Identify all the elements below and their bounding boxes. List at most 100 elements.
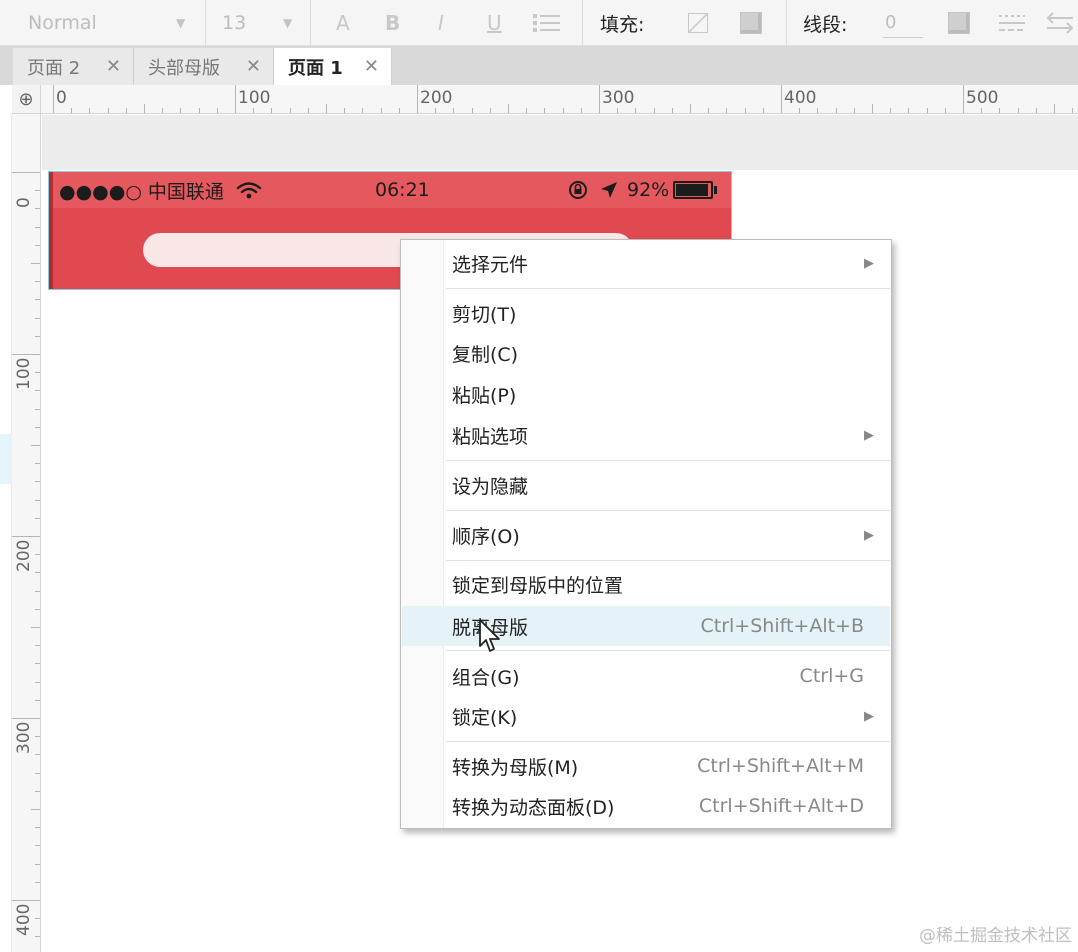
tab-page-1[interactable]: 页面 1 ✕ (274, 48, 392, 85)
ruler-tick (835, 108, 837, 113)
font-style-dropdown[interactable]: Normal (28, 0, 97, 46)
fill-color-icon (740, 12, 762, 34)
ruler-tick (31, 263, 40, 264)
menu-item-label: 组合(G) (452, 666, 520, 689)
ruler-tick (526, 108, 528, 113)
close-icon[interactable]: ✕ (246, 56, 261, 77)
ruler-tick (235, 85, 236, 113)
ruler-tick (35, 281, 40, 283)
ruler-tick (12, 536, 40, 537)
menu-item[interactable]: 顺序(O) ▶ (402, 515, 890, 555)
bullet-list-button[interactable] (532, 0, 562, 46)
tab-header-master[interactable]: 头部母版 ✕ (134, 48, 274, 85)
menu-item-shortcut: Ctrl+G (799, 665, 864, 687)
ruler-tick (12, 354, 40, 355)
ruler-tick (35, 390, 40, 392)
line-style-icon (999, 15, 1025, 31)
mouse-cursor-icon (479, 619, 500, 652)
menu-item[interactable]: 组合(G) Ctrl+G (402, 656, 890, 696)
ruler-tick (417, 85, 418, 113)
menu-item-label: 选择元件 (452, 253, 529, 276)
ruler-tick (35, 663, 40, 665)
ruler-tick (35, 790, 40, 792)
ruler-tick (544, 108, 546, 113)
underline-label: U (487, 11, 502, 35)
ruler-tick (35, 190, 40, 192)
ruler-tick (617, 108, 619, 113)
ruler-tick (344, 108, 346, 113)
italic-label: I (438, 11, 444, 35)
menu-item[interactable]: 粘贴选项 ▶ (402, 415, 890, 455)
font-size-dropdown[interactable]: 13 (222, 0, 246, 46)
bold-label: B (385, 11, 401, 35)
arrow-style-button[interactable] (1046, 0, 1074, 46)
close-icon[interactable]: ✕ (364, 56, 379, 77)
underline-button[interactable]: U (487, 0, 502, 46)
line-color-button[interactable] (948, 0, 970, 46)
menu-item[interactable]: 剪切(T) (402, 293, 890, 333)
location-arrow-icon (601, 182, 617, 198)
tab-page-2[interactable]: 页面 2 ✕ (13, 48, 134, 85)
ruler-tick (1017, 108, 1019, 113)
submenu-arrow-icon: ▶ (864, 708, 874, 724)
ruler-tick (35, 881, 40, 883)
menu-item[interactable]: 粘贴(P) (402, 374, 890, 414)
menu-item-label: 剪切(T) (452, 303, 517, 326)
clock-text: 06:21 (375, 179, 430, 201)
italic-button[interactable]: I (438, 0, 444, 46)
menu-item-label: 转换为母版(M) (452, 756, 579, 779)
ruler-tick (107, 108, 109, 113)
ruler-tick (599, 85, 600, 113)
ruler-tick (35, 645, 40, 647)
ruler-tick (289, 108, 291, 113)
ruler-tick (31, 445, 40, 446)
ruler-tick (198, 108, 200, 113)
ruler-tick (471, 108, 473, 113)
menu-item[interactable]: 复制(C) (402, 333, 890, 373)
ruler-tick (489, 108, 491, 113)
ruler-tick (307, 108, 309, 113)
battery-percent: 92% (627, 179, 670, 201)
ruler-tick (380, 108, 382, 113)
line-width-input[interactable]: 0 (883, 0, 923, 46)
line-style-button[interactable] (998, 0, 1026, 46)
menu-item[interactable]: 锁定到母版中的位置 (402, 564, 890, 604)
ruler-tick (53, 85, 54, 113)
font-style-value: Normal (28, 12, 97, 34)
chevron-down-icon[interactable]: ▼ (176, 16, 185, 30)
ruler-label: 100 (14, 357, 34, 390)
ruler-tick (35, 736, 40, 738)
menu-item[interactable]: 转换为母版(M) Ctrl+Shift+Alt+M (402, 746, 890, 786)
font-color-button[interactable]: A (336, 0, 350, 46)
rotation-lock-icon (569, 181, 587, 199)
ruler-tick (35, 772, 40, 774)
ruler-tick (999, 108, 1001, 113)
font-size-value: 13 (222, 12, 247, 34)
ruler-tick (35, 918, 40, 920)
ruler-tick (981, 108, 983, 113)
menu-item[interactable]: 锁定(K) ▶ (402, 696, 890, 736)
fill-color-button[interactable] (740, 0, 762, 46)
chevron-down-icon[interactable]: ▼ (283, 16, 292, 30)
ruler-tick (12, 900, 40, 901)
ruler-tick (453, 108, 455, 113)
ruler-tick (35, 426, 40, 428)
ruler-tick (635, 108, 637, 113)
fill-none-button[interactable] (688, 0, 708, 46)
menu-item[interactable]: 脱离母版 Ctrl+Shift+Alt+B (402, 606, 890, 646)
submenu-arrow-icon: ▶ (864, 427, 874, 443)
tab-label: 头部母版 (148, 57, 220, 79)
crosshair-icon: ⊕ (18, 88, 34, 110)
close-icon[interactable]: ✕ (106, 56, 121, 77)
ruler-tick (1054, 104, 1055, 113)
watermark: @稀土掘金技术社区 (919, 926, 1072, 946)
menu-item[interactable]: 设为隐藏 (402, 465, 890, 505)
line-color-icon (948, 12, 970, 34)
submenu-arrow-icon: ▶ (864, 255, 874, 271)
menu-item[interactable]: 转换为动态面板(D) Ctrl+Shift+Alt+D (402, 786, 890, 826)
menu-item[interactable]: 选择元件 ▶ (402, 243, 890, 283)
menu-item-label: 粘贴(P) (452, 384, 517, 407)
bold-button[interactable]: B (385, 0, 400, 46)
vertical-ruler: 0 100 200 300 400 (12, 114, 41, 952)
ruler-origin-button[interactable]: ⊕ (12, 85, 41, 114)
